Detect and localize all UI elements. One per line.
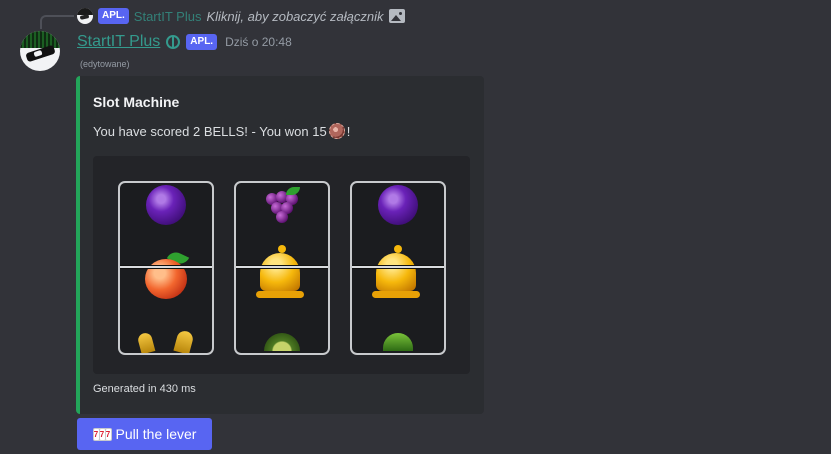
bell-icon — [372, 245, 420, 298]
plum-icon — [378, 185, 418, 225]
grapes-icon — [260, 187, 304, 225]
coin-icon — [328, 123, 345, 139]
image-icon — [388, 9, 405, 23]
payline — [352, 265, 444, 269]
payline — [120, 265, 212, 269]
reply-avatar[interactable] — [77, 8, 93, 24]
banana-icon — [136, 331, 156, 353]
slot-machine-icon: 777 — [92, 427, 112, 441]
embed-footer: Generated in 430 ms — [93, 383, 196, 395]
avatar[interactable] — [20, 31, 60, 71]
reel-2 — [234, 181, 330, 355]
brain-icon — [166, 35, 181, 49]
reply-text[interactable]: Kliknij, aby zobaczyć załącznik — [206, 9, 383, 24]
banana-icon — [173, 329, 195, 353]
embed-description-text: You have scored 2 BELLS! - You won 15 — [93, 123, 327, 139]
plum-icon — [146, 185, 186, 225]
app-tag: APL. — [186, 34, 218, 50]
embed: Slot Machine You have scored 2 BELLS! - … — [76, 76, 484, 414]
reel-3 — [350, 181, 446, 355]
slot-machine-image[interactable] — [93, 156, 470, 374]
timestamp[interactable]: Dziś o 20:48 — [225, 35, 292, 49]
bell-icon — [256, 245, 304, 298]
edited-label: (edytowane) — [80, 59, 130, 69]
pull-lever-button[interactable]: 777 Pull the lever — [77, 418, 212, 450]
payline — [236, 265, 328, 269]
reply-spine — [40, 15, 74, 29]
pull-lever-label: Pull the lever — [115, 426, 197, 442]
message-header: StartIT Plus APL. Dziś o 20:48 — [77, 32, 292, 52]
reply-app-tag: APL. — [98, 8, 129, 24]
reel-1 — [118, 181, 214, 355]
reply-preview[interactable]: APL. StartIT Plus Kliknij, aby zobaczyć … — [77, 7, 405, 25]
avocado-icon — [264, 333, 300, 351]
embed-title: Slot Machine — [93, 94, 180, 110]
reply-author[interactable]: StartIT Plus — [134, 9, 202, 24]
pear-icon — [383, 333, 413, 351]
author-name[interactable]: StartIT Plus — [77, 33, 160, 51]
embed-description: You have scored 2 BELLS! - You won 15 ! — [93, 123, 350, 139]
embed-description-suffix: ! — [346, 123, 351, 139]
